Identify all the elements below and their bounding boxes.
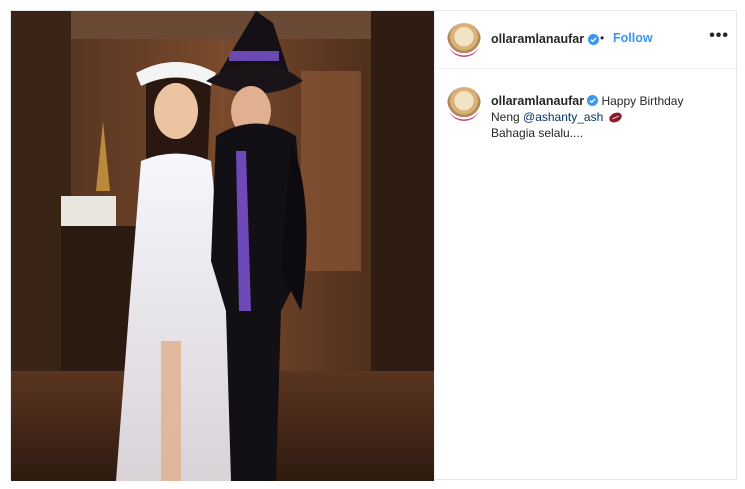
caption-verified-badge-icon bbox=[587, 95, 599, 106]
post-header: ollaramlanaufar • Follow ••• bbox=[435, 11, 739, 69]
rugby-ball-icon bbox=[607, 110, 623, 125]
author-username[interactable]: ollaramlanaufar bbox=[491, 32, 584, 46]
author-avatar[interactable] bbox=[447, 23, 481, 57]
post-photo[interactable] bbox=[11, 11, 434, 481]
verified-badge-icon bbox=[588, 34, 599, 45]
more-options-icon[interactable]: ••• bbox=[709, 27, 729, 45]
caption-username[interactable]: ollaramlanaufar bbox=[491, 94, 584, 108]
caption-text: ollaramlanaufar Happy Birthday Neng @ash… bbox=[491, 93, 711, 141]
photo-illustration bbox=[11, 11, 434, 481]
follow-button[interactable]: Follow bbox=[613, 31, 653, 45]
caption-closing: Bahagia selalu.... bbox=[491, 126, 584, 140]
caption-author-avatar[interactable] bbox=[447, 87, 481, 121]
post-sidebar: ollaramlanaufar • Follow ••• ollaramlana… bbox=[434, 11, 739, 481]
caption-mention-link[interactable]: @ashanty_ash bbox=[523, 110, 603, 124]
separator-dot: • bbox=[600, 31, 605, 45]
instagram-post: ollaramlanaufar • Follow ••• ollaramlana… bbox=[10, 10, 739, 481]
